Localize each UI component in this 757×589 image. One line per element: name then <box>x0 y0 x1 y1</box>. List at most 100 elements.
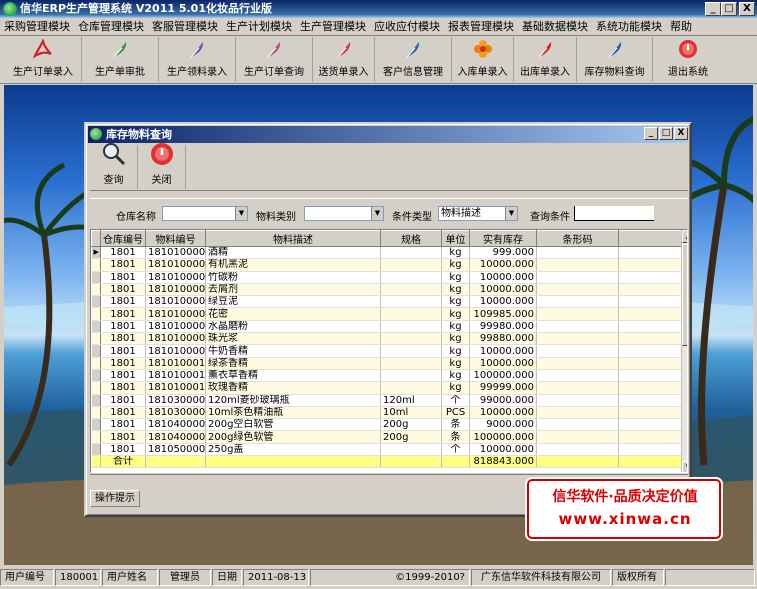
cell-extra[interactable] <box>618 295 682 309</box>
cell-barcode[interactable] <box>536 406 619 420</box>
cell-unit[interactable]: kg <box>441 381 470 395</box>
cell-desc[interactable]: 有机黑泥 <box>205 258 381 272</box>
cell-warehouse[interactable]: 1801 <box>100 258 146 272</box>
condition-type-select[interactable]: 物料描述 ▼ <box>438 206 518 221</box>
cell-unit[interactable]: kg <box>441 271 470 284</box>
cell-desc[interactable]: 花密 <box>205 307 381 321</box>
cell-desc[interactable]: 薰衣草香精 <box>205 369 381 383</box>
cell-spec[interactable] <box>380 344 442 358</box>
cell-desc[interactable]: 10ml茶色精油瓶 <box>205 406 381 420</box>
cell-barcode[interactable] <box>536 430 619 444</box>
cell-desc[interactable]: 200g绿色软管 <box>205 430 381 444</box>
row-indicator[interactable] <box>91 381 101 395</box>
cell-desc[interactable]: 水晶磨粉 <box>205 320 381 334</box>
menu-receivable-payable[interactable]: 应收应付模块 <box>370 18 444 35</box>
cell-spec[interactable] <box>380 307 442 321</box>
menu-base-data[interactable]: 基础数据模块 <box>518 18 592 35</box>
scroll-down-icon[interactable]: ▼ <box>682 461 687 472</box>
cell-spec[interactable] <box>380 295 442 309</box>
table-row[interactable]: 1801 1810500001 250g盖 个 10000.000 <box>91 443 682 457</box>
table-row[interactable]: 1801 1810300002 10ml茶色精油瓶 10ml PCS 10000.000 <box>91 406 682 420</box>
menu-customer-service[interactable]: 客服管理模块 <box>148 18 222 35</box>
cell-warehouse[interactable]: 1801 <box>100 443 146 457</box>
row-indicator[interactable] <box>91 394 101 407</box>
child-close-button[interactable]: X <box>674 127 688 140</box>
cell-stock[interactable]: 999.000 <box>469 246 537 260</box>
cell-spec[interactable] <box>380 271 442 284</box>
toolbar-production-approval[interactable]: 生产单审批 <box>82 37 159 82</box>
cell-spec[interactable]: 10ml <box>380 406 442 420</box>
close-window-button[interactable]: 关闭 <box>138 143 186 189</box>
warehouse-select[interactable]: ▼ <box>162 206 248 221</box>
scroll-up-icon[interactable]: ▲ <box>682 230 687 243</box>
cell-extra[interactable] <box>618 443 682 457</box>
cell-code[interactable]: 1810100011 <box>145 369 206 383</box>
chevron-down-icon[interactable]: ▼ <box>235 207 247 220</box>
cell-warehouse[interactable]: 1801 <box>100 394 146 407</box>
row-indicator[interactable] <box>91 258 101 272</box>
cell-spec[interactable] <box>380 320 442 334</box>
cell-extra[interactable] <box>618 271 682 284</box>
cell-barcode[interactable] <box>536 307 619 321</box>
toolbar-material-issue-entry[interactable]: 生产领料录入 <box>159 37 236 82</box>
table-row[interactable]: 1801 1810400001 200g空白软管 200g 条 9000.000 <box>91 418 682 432</box>
cell-stock[interactable]: 10000.000 <box>469 357 537 370</box>
cell-unit[interactable]: 条 <box>441 418 470 432</box>
cell-extra[interactable] <box>618 430 682 444</box>
cell-warehouse[interactable]: 1801 <box>100 295 146 309</box>
cell-extra[interactable] <box>618 381 682 395</box>
table-row[interactable]: 1801 1810100006 花密 kg 109985.000 <box>91 307 682 321</box>
table-row[interactable]: 1801 1810100007 水晶磨粉 kg 99980.000 <box>91 320 682 334</box>
cell-stock[interactable]: 10000.000 <box>469 344 537 358</box>
cell-extra[interactable] <box>618 357 682 370</box>
header-material-code[interactable]: 物料编号 <box>145 230 206 247</box>
cell-code[interactable]: 1810100001 <box>145 246 206 260</box>
menu-reports[interactable]: 报表管理模块 <box>444 18 518 35</box>
toolbar-customer-info[interactable]: 客户信息管理 <box>375 37 452 82</box>
cell-stock[interactable]: 10000.000 <box>469 406 537 420</box>
cell-extra[interactable] <box>618 246 682 260</box>
cell-spec[interactable]: 200g <box>380 418 442 432</box>
cell-spec[interactable] <box>380 332 442 346</box>
cell-code[interactable]: 1810100009 <box>145 344 206 358</box>
category-select[interactable]: ▼ <box>304 206 384 221</box>
cell-unit[interactable]: kg <box>441 295 470 309</box>
cell-warehouse[interactable]: 1801 <box>100 406 146 420</box>
row-indicator[interactable] <box>91 332 101 346</box>
row-indicator[interactable] <box>91 307 101 321</box>
cell-spec[interactable] <box>380 357 442 370</box>
cell-code[interactable]: 1810100003 <box>145 271 206 284</box>
cell-stock[interactable]: 99000.000 <box>469 394 537 407</box>
cell-unit[interactable]: kg <box>441 258 470 272</box>
cell-barcode[interactable] <box>536 369 619 383</box>
cell-desc[interactable]: 绿豆泥 <box>205 295 381 309</box>
cell-barcode[interactable] <box>536 394 619 407</box>
row-indicator[interactable] <box>91 418 101 432</box>
toolbar-exit-system[interactable]: 退出系统 <box>653 37 723 82</box>
toolbar-production-order-entry[interactable]: 生产订单录入 <box>5 37 82 82</box>
chevron-down-icon[interactable]: ▼ <box>371 207 383 220</box>
cell-desc[interactable]: 竹碳粉 <box>205 271 381 284</box>
cell-stock[interactable]: 10000.000 <box>469 271 537 284</box>
table-row[interactable]: 1801 1810100008 珠光浆 kg 99880.000 <box>91 332 682 346</box>
cell-barcode[interactable] <box>536 381 619 395</box>
cell-stock[interactable]: 9000.000 <box>469 418 537 432</box>
row-indicator[interactable]: ▶ <box>91 246 101 260</box>
cell-unit[interactable]: kg <box>441 307 470 321</box>
cell-warehouse[interactable]: 1801 <box>100 418 146 432</box>
cell-spec[interactable] <box>380 246 442 260</box>
cell-unit[interactable]: kg <box>441 369 470 383</box>
cell-code[interactable]: 1810500001 <box>145 443 206 457</box>
cell-barcode[interactable] <box>536 283 619 297</box>
menu-purchase[interactable]: 采购管理模块 <box>0 18 74 35</box>
cell-barcode[interactable] <box>536 344 619 358</box>
cell-barcode[interactable] <box>536 443 619 457</box>
query-button[interactable]: 查询 <box>90 143 138 189</box>
cell-barcode[interactable] <box>536 320 619 334</box>
cell-unit[interactable]: kg <box>441 344 470 358</box>
cell-code[interactable]: 1810100005 <box>145 295 206 309</box>
cell-barcode[interactable] <box>536 246 619 260</box>
cell-code[interactable]: 1810300002 <box>145 406 206 420</box>
cell-desc[interactable]: 绿茶香精 <box>205 357 381 370</box>
cell-warehouse[interactable]: 1801 <box>100 381 146 395</box>
